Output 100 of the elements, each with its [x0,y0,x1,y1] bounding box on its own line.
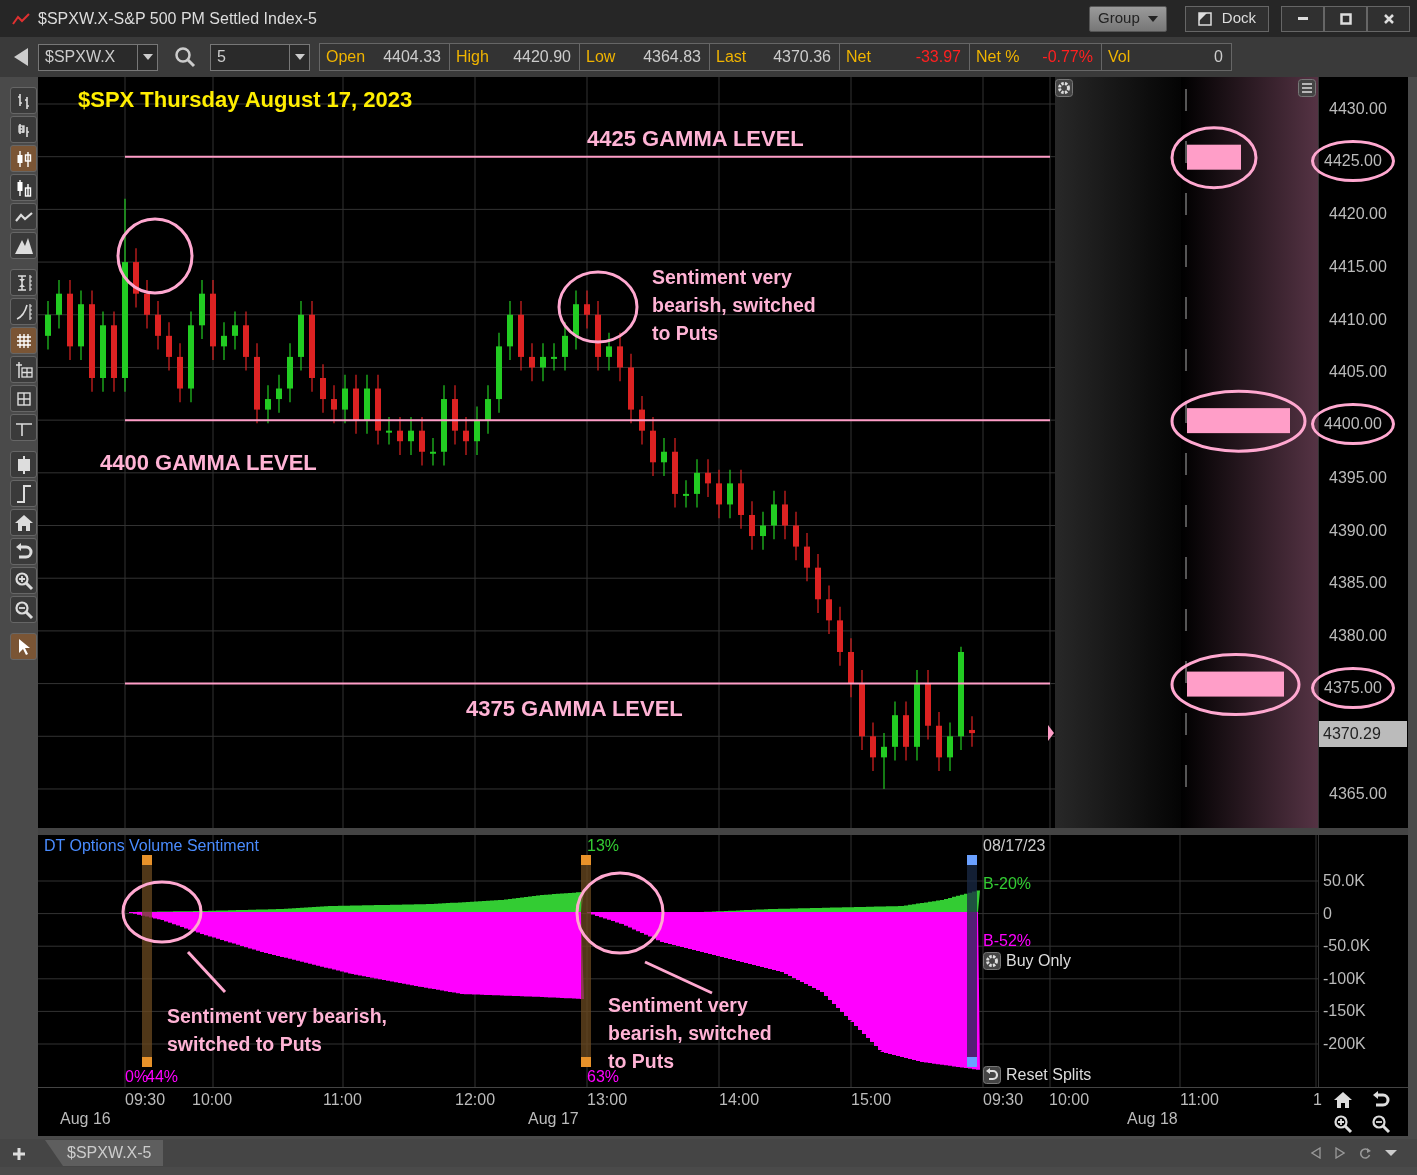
quote-label: High [456,47,489,67]
candle [397,416,403,456]
tool-button[interactable] [10,538,37,565]
candle [199,279,205,340]
candle [936,711,942,772]
candle [133,247,139,308]
candle [298,300,304,372]
left-triangle-icon[interactable] [1311,1147,1321,1159]
candle [342,374,348,424]
axis-label: 4385.00 [1328,573,1388,594]
tool-button[interactable] [10,327,37,354]
time-label: 12:00 [455,1090,496,1110]
tool-button[interactable] [10,116,37,143]
interval-dropdown[interactable]: 5 [210,43,310,71]
tool-button[interactable] [10,480,37,507]
tool-button[interactable] [10,174,37,201]
symbol-dropdown[interactable]: $SPXW.X [38,43,158,71]
minimize-button[interactable] [1281,5,1324,32]
buy-only-button[interactable]: Buy Only [983,952,1071,971]
candle [969,715,975,748]
percent-label: 63% [587,1068,620,1087]
candle [606,332,612,372]
zoom-in-icon[interactable] [1333,1114,1353,1134]
candle [430,437,436,467]
candle [540,342,546,382]
last-price-label: 4370.29 [1319,721,1407,748]
tool-button[interactable] [10,87,37,114]
tool-button[interactable] [10,414,37,441]
menu-icon[interactable] [1298,79,1316,97]
axis-label: -150K [1323,1002,1366,1021]
tool-button[interactable] [10,509,37,536]
tool-button[interactable] [10,451,37,478]
tool-button[interactable] [10,145,37,172]
plus-icon[interactable] [12,1147,26,1161]
candle [177,342,183,403]
candle [837,606,843,667]
candle [881,732,887,790]
zoom-in-icon [13,570,34,591]
undo-icon[interactable] [1371,1090,1391,1110]
candle [892,700,898,762]
minimize-icon [1297,17,1308,20]
tool-button[interactable] [10,298,37,325]
right-triangle-icon[interactable] [1335,1147,1345,1159]
candle [573,289,579,351]
quote-value: -33.97 [915,47,961,67]
home-icon[interactable] [1333,1090,1353,1110]
refresh-icon[interactable] [1359,1147,1371,1159]
group-button[interactable]: Group [1089,5,1167,32]
tool-button[interactable] [10,356,37,383]
candle [793,511,799,561]
back-arrow-icon[interactable] [14,48,28,66]
quote-label: Open [326,47,366,67]
time-label: 10:00 [1049,1090,1090,1110]
candle [265,384,271,424]
axis-label: 4380.00 [1328,625,1388,646]
chart-tab[interactable]: $SPXW.X-5 [45,1140,164,1166]
time-label: 11:00 [323,1090,362,1110]
candle [485,384,491,435]
split-marker[interactable] [581,855,591,1067]
candle [650,416,656,477]
tool-button[interactable] [10,232,37,259]
search-icon[interactable] [174,46,196,68]
dock-button[interactable]: Dock [1184,5,1269,32]
candle [694,458,700,509]
split-marker[interactable] [967,855,977,1067]
time-label: 15:00 [851,1090,892,1110]
axis-label: 0 [1323,904,1332,923]
caret-icon[interactable] [1385,1149,1397,1157]
level-label: 4375 GAMMA LEVEL [466,695,683,721]
time-label: 09:30 [125,1090,166,1110]
reset-splits-button[interactable]: Reset Splits [983,1066,1092,1085]
tool-button[interactable] [10,385,37,412]
zoom-out-icon[interactable] [1371,1114,1391,1134]
candle [595,300,601,372]
legend-label: B-20% [983,875,1032,894]
line-chart-icon [12,12,30,25]
tool-button[interactable] [10,633,37,660]
candle [716,469,722,519]
maximize-button[interactable] [1324,5,1367,32]
candle [386,416,392,445]
split-marker[interactable] [142,855,152,1067]
candle [925,669,931,741]
maximize-icon [1339,12,1352,25]
candle [375,374,381,445]
candle [56,279,62,330]
settings-icon[interactable] [1055,79,1073,97]
tool-button[interactable] [10,567,37,594]
candle [617,332,623,382]
tool-button[interactable] [10,596,37,623]
tool-button[interactable] [10,269,37,296]
candle [78,289,84,361]
indicator-title: DT Options Volume Sentiment [44,837,259,856]
quote-label: Net [846,47,871,67]
axis-label: 4395.00 [1328,467,1388,488]
close-button[interactable] [1367,5,1410,32]
zoom-out-icon [13,599,34,620]
axis-label: -200K [1323,1035,1366,1054]
tool-button[interactable] [10,203,37,230]
candle [683,479,689,509]
close-icon [1382,12,1395,25]
